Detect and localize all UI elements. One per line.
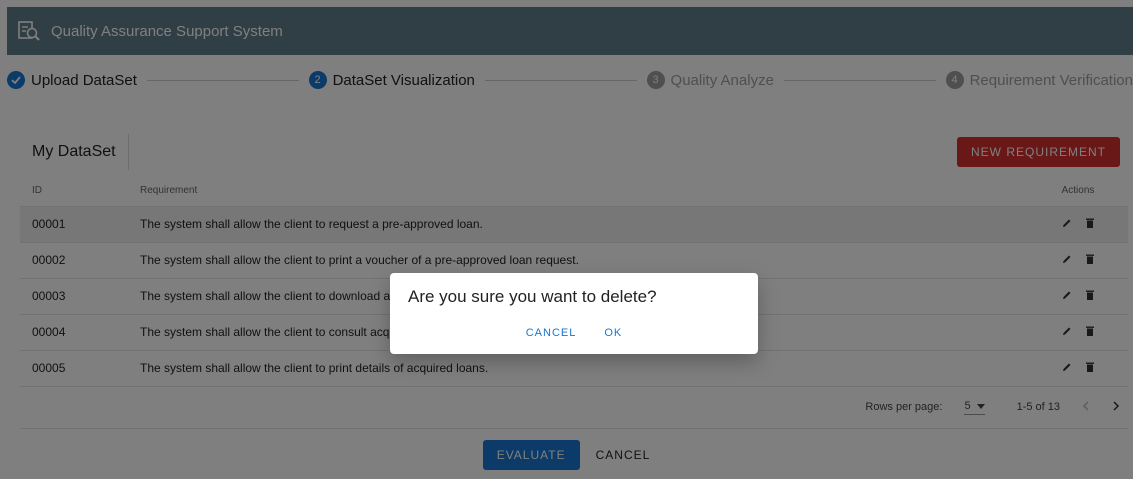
modal-backdrop[interactable] xyxy=(0,0,1133,479)
dialog-actions: CANCEL OK xyxy=(390,327,758,339)
dialog-ok-button[interactable]: OK xyxy=(604,327,622,339)
delete-confirm-dialog: Are you sure you want to delete? CANCEL … xyxy=(390,273,758,354)
dialog-message: Are you sure you want to delete? xyxy=(408,287,657,306)
dialog-cancel-button[interactable]: CANCEL xyxy=(526,327,577,339)
